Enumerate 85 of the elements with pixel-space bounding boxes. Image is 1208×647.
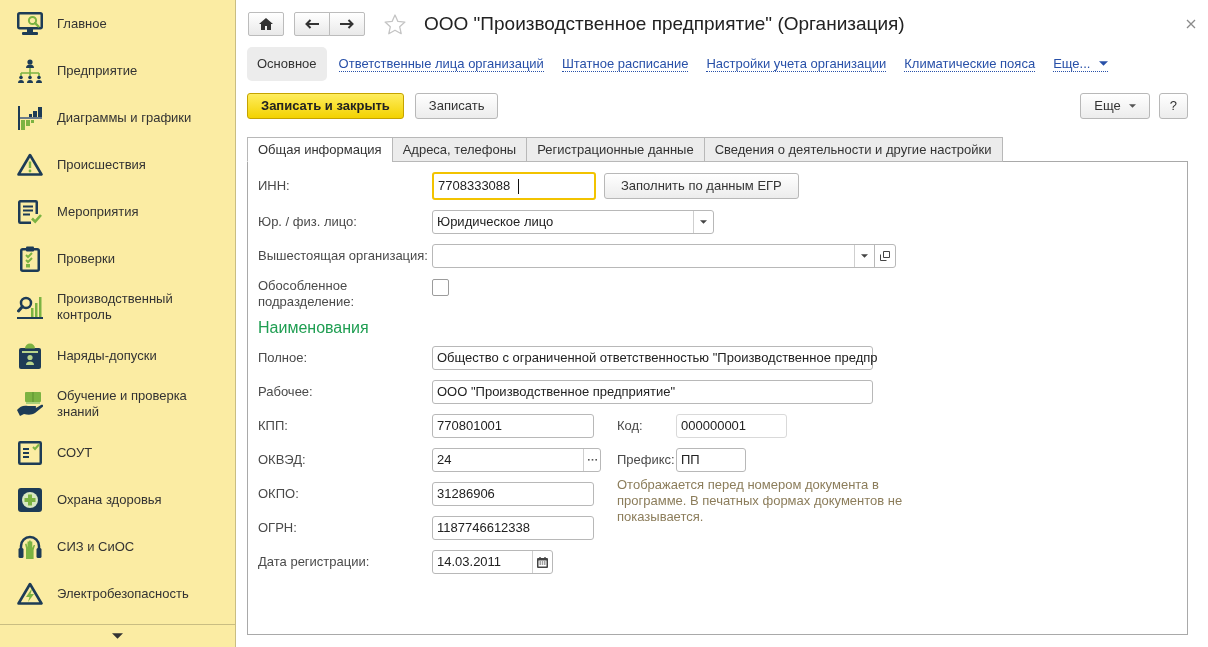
field-label: Дата регистрации: bbox=[258, 553, 371, 572]
field-label: ИНН: bbox=[258, 178, 291, 194]
sidebar-item[interactable]: Мероприятия bbox=[0, 188, 235, 235]
dropdown-field[interactable]: Юридическое лицо bbox=[432, 210, 714, 234]
input-field[interactable]: 7708333088 bbox=[432, 172, 596, 200]
caret-icon bbox=[861, 254, 868, 258]
field-label: ОКВЭД: bbox=[258, 451, 307, 470]
input-field[interactable]: 31286906 bbox=[432, 482, 594, 506]
checkbox[interactable] bbox=[432, 279, 449, 296]
headphones-glove-icon bbox=[18, 534, 42, 559]
nav-link[interactable]: Штатное расписание bbox=[561, 56, 689, 72]
close-icon[interactable] bbox=[1186, 19, 1196, 29]
field-label: ОКПО: bbox=[258, 485, 300, 504]
field-label: КПП: bbox=[258, 417, 289, 436]
field-label: Рабочее: bbox=[258, 384, 314, 400]
field-label: Юр. / физ. лицо: bbox=[258, 214, 358, 230]
checklist-icon bbox=[18, 440, 42, 465]
document-check-icon bbox=[18, 199, 42, 224]
id-badge-icon bbox=[19, 342, 41, 369]
input-field[interactable]: 24 bbox=[432, 448, 601, 472]
home-button[interactable] bbox=[248, 12, 284, 36]
date-field[interactable]: 14.03.2011 bbox=[432, 550, 553, 574]
scroll-down-icon[interactable] bbox=[112, 633, 123, 639]
arrow-right-icon bbox=[340, 19, 354, 29]
nav-link[interactable]: Климатические пояса bbox=[904, 56, 1036, 72]
text-cursor-icon bbox=[518, 178, 520, 194]
field-label: Полное: bbox=[258, 350, 309, 366]
home-icon bbox=[259, 18, 273, 30]
sidebar-item[interactable]: Главное bbox=[0, 0, 235, 47]
forward-button[interactable] bbox=[329, 12, 365, 36]
lightning-warning-icon bbox=[17, 582, 43, 605]
medical-cross-icon bbox=[18, 487, 42, 512]
star-icon[interactable] bbox=[384, 13, 406, 35]
back-button[interactable] bbox=[294, 12, 330, 36]
sidebar-item[interactable]: Электробезопасность bbox=[0, 570, 235, 617]
sidebar-item[interactable]: Производственный контроль bbox=[0, 282, 235, 332]
magnifier-chart-icon bbox=[17, 295, 43, 319]
sidebar-item[interactable]: СИЗ и СиОС bbox=[0, 523, 235, 570]
dropdown-field[interactable] bbox=[432, 244, 896, 268]
fill-button[interactable]: Заполнить по данным ЕГР bbox=[604, 173, 799, 199]
nav-link[interactable]: Ответственные лица организаций bbox=[338, 56, 544, 72]
save-and-close-button[interactable]: Записать и закрыть bbox=[247, 93, 404, 119]
tab[interactable]: Регистрационные данные bbox=[526, 137, 705, 162]
hint-text: Отображается перед номером документа в программе. В печатных формах документов не показывается. bbox=[617, 477, 904, 525]
tab[interactable]: Сведения о деятельности и другие настройки bbox=[703, 137, 1003, 162]
input-field[interactable]: ООО "Производственное предприятие" bbox=[432, 380, 873, 404]
caret-icon bbox=[700, 220, 707, 224]
more-link[interactable]: Еще... bbox=[1053, 56, 1109, 72]
section-heading: Наименования bbox=[258, 318, 370, 338]
book-hand-icon bbox=[17, 392, 43, 416]
input-field[interactable]: 1187746612338 bbox=[432, 516, 594, 540]
sidebar-item[interactable]: Охрана здоровья bbox=[0, 476, 235, 523]
field-label: Код: bbox=[617, 417, 644, 436]
sidebar-item[interactable]: Диаграммы и графики bbox=[0, 94, 235, 141]
sidebar-item[interactable]: Обучение и проверка знаний bbox=[0, 379, 235, 429]
nav-link[interactable]: Настройки учета организации bbox=[706, 56, 887, 72]
sidebar-item[interactable]: СОУТ bbox=[0, 429, 235, 476]
sidebar-item[interactable]: Проверки bbox=[0, 235, 235, 282]
field-label: Вышестоящая организация: bbox=[258, 248, 429, 264]
bar-chart-icon bbox=[18, 105, 42, 130]
help-button[interactable]: ? bbox=[1158, 93, 1188, 119]
input-field[interactable]: 770801001 bbox=[432, 414, 594, 438]
nav-link[interactable]: Основное bbox=[247, 47, 327, 81]
clipboard-check-icon bbox=[20, 245, 40, 272]
warning-icon bbox=[17, 153, 43, 176]
sidebar-item[interactable]: Наряды-допуски bbox=[0, 332, 235, 379]
field-label: Обособленное подразделение: bbox=[258, 278, 356, 310]
org-chart-icon bbox=[18, 58, 42, 83]
input-field[interactable]: 000000001 bbox=[676, 414, 787, 438]
input-field[interactable]: ПП bbox=[676, 448, 746, 472]
field-label: ОГРН: bbox=[258, 519, 298, 538]
tab[interactable]: Адреса, телефоны bbox=[391, 137, 528, 162]
calendar-icon bbox=[537, 556, 548, 568]
window-title: ООО "Производственное предприятие" (Организация) bbox=[424, 11, 905, 36]
arrow-left-icon bbox=[305, 19, 319, 29]
monitor-search-icon bbox=[17, 11, 43, 36]
sidebar-item[interactable]: Происшествия bbox=[0, 141, 235, 188]
field-label: Префикс: bbox=[617, 451, 676, 470]
sidebar-item[interactable]: Предприятие bbox=[0, 47, 235, 94]
more-button[interactable]: Еще bbox=[1080, 93, 1150, 119]
caret-icon bbox=[1128, 104, 1136, 108]
open-window-icon bbox=[880, 251, 890, 261]
save-button[interactable]: Записать bbox=[414, 93, 499, 119]
tab[interactable]: Общая информация bbox=[247, 137, 393, 162]
caret-icon bbox=[1099, 61, 1109, 66]
